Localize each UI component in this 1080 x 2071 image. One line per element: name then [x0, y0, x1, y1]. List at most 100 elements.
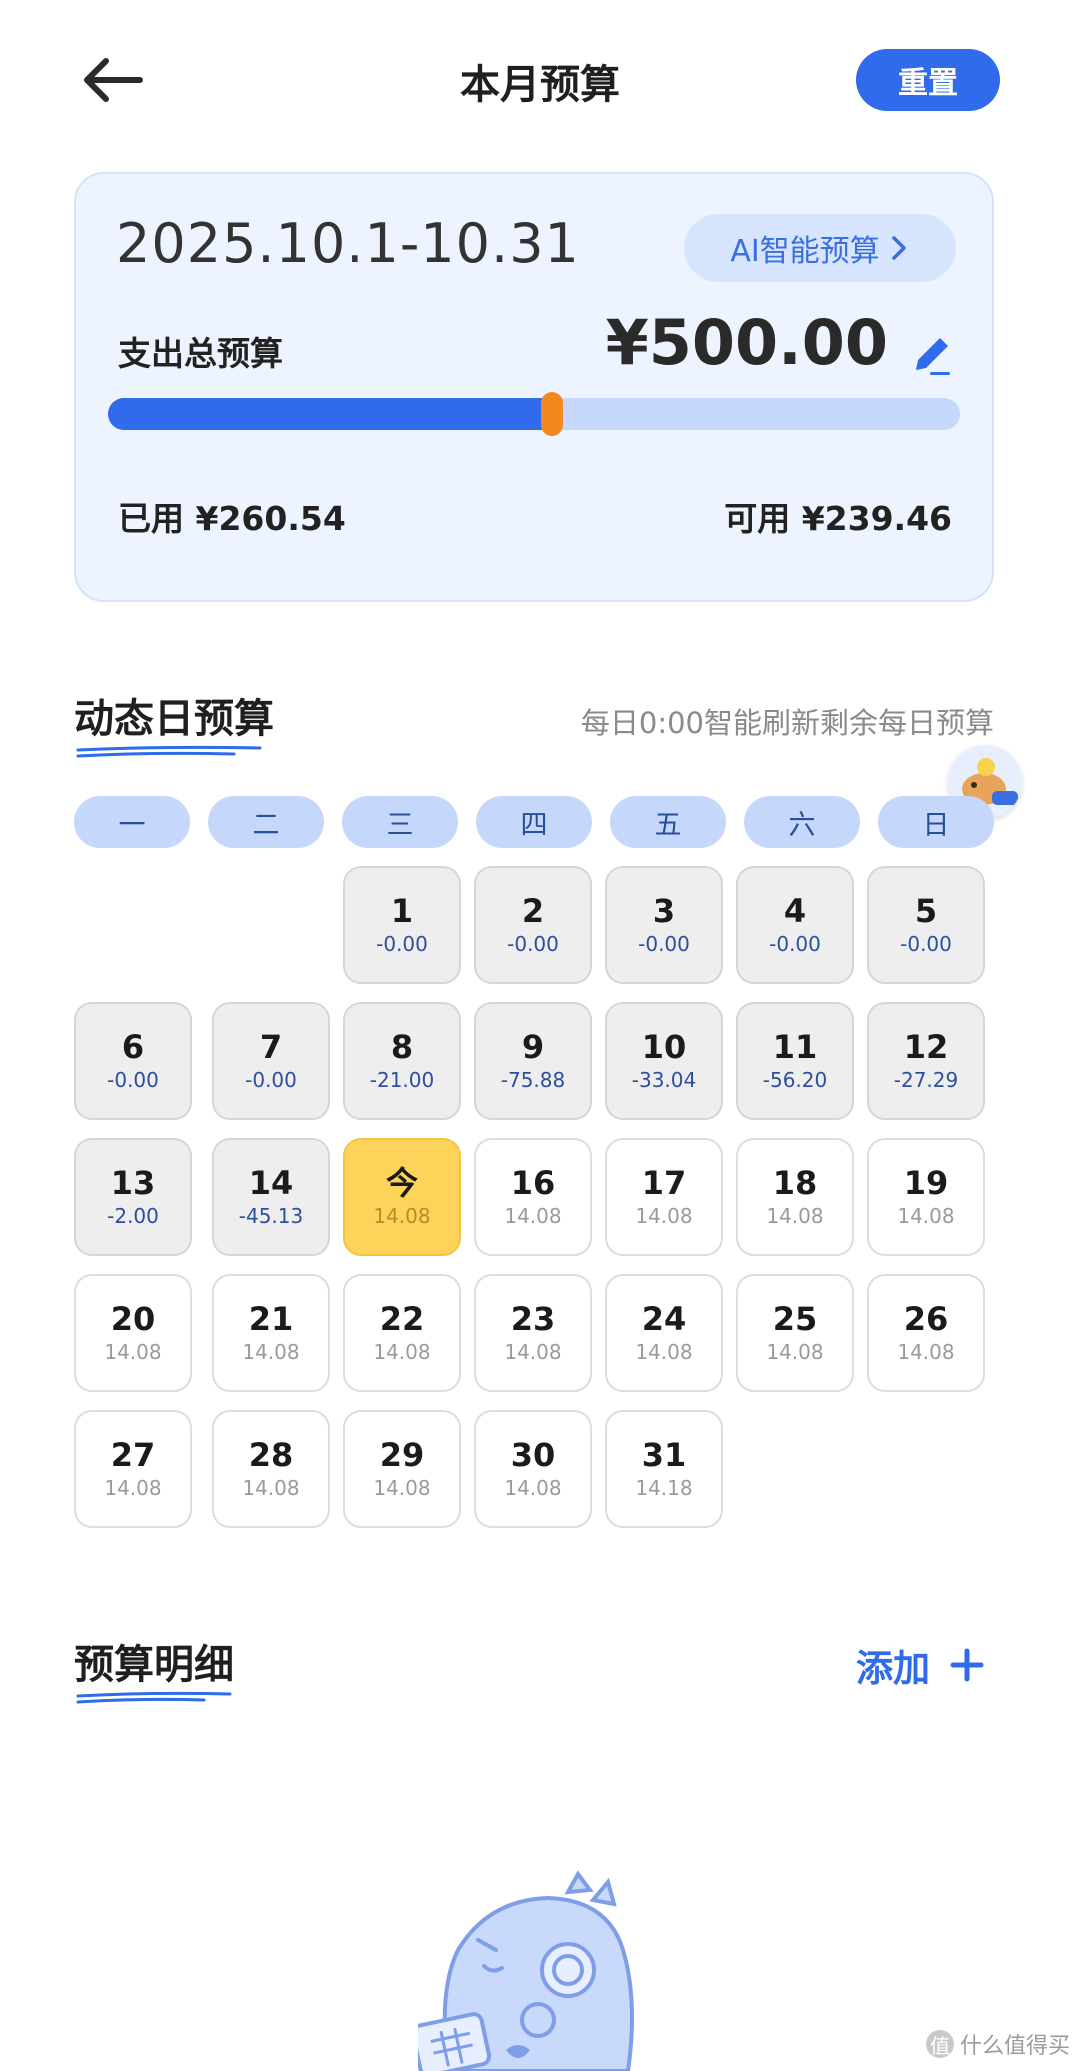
- budget-detail-title: 预算明细: [74, 1632, 234, 1704]
- calendar-day-cell[interactable]: 24 14.08: [605, 1274, 723, 1392]
- watermark-badge: 值: [925, 2030, 954, 2058]
- day-budget-value: -0.00: [638, 932, 690, 956]
- calendar-day-cell[interactable]: 14 -45.13: [212, 1138, 330, 1256]
- day-number: 26: [903, 1300, 949, 1338]
- calendar-day-cell[interactable]: 3 -0.00: [605, 866, 723, 984]
- daily-budget-title: 动态日预算: [74, 686, 274, 758]
- day-number: 19: [903, 1164, 949, 1202]
- watermark-text: 什么值得买: [959, 2034, 1070, 2059]
- add-budget-item-button[interactable]: 添加: [856, 1638, 984, 1692]
- day-number: 1: [390, 892, 414, 930]
- calendar-day-cell[interactable]: 30 14.08: [474, 1410, 592, 1528]
- day-budget-value: 14.08: [373, 1204, 431, 1228]
- calendar-day-cell[interactable]: 28 14.08: [212, 1410, 330, 1528]
- empty-state-mascot-illustration: [418, 1870, 634, 2071]
- day-number: 3: [652, 892, 676, 930]
- day-number: 25: [772, 1300, 818, 1338]
- day-budget-value: -56.20: [762, 1068, 828, 1092]
- day-budget-value: -0.00: [245, 1068, 297, 1092]
- day-budget-value: 14.08: [242, 1476, 300, 1500]
- day-budget-value: 14.08: [504, 1204, 562, 1228]
- weekday-label: 三: [342, 796, 458, 848]
- calendar-day-cell[interactable]: 11 -56.20: [736, 1002, 854, 1120]
- daily-budget-title-text: 动态日预算: [74, 696, 274, 742]
- day-budget-value: 14.08: [373, 1340, 431, 1364]
- day-budget-value: 14.08: [504, 1476, 562, 1500]
- budget-detail-title-text: 预算明细: [74, 1642, 234, 1688]
- calendar-day-cell[interactable]: 7 -0.00: [212, 1002, 330, 1120]
- calendar-day-cell[interactable]: 8 -21.00: [343, 1002, 461, 1120]
- day-budget-value: 14.08: [504, 1340, 562, 1364]
- chevron-right-icon: [891, 236, 906, 260]
- day-budget-value: -2.00: [107, 1204, 159, 1228]
- calendar-day-cell[interactable]: 26 14.08: [867, 1274, 985, 1392]
- pencil-icon: [916, 338, 950, 375]
- day-number: 24: [641, 1300, 687, 1338]
- day-number: 31: [641, 1436, 687, 1474]
- calendar-day-cell[interactable]: 23 14.08: [474, 1274, 592, 1392]
- title-underline-decoration: [76, 1691, 232, 1704]
- day-number: 8: [390, 1028, 414, 1066]
- weekday-label: 一: [74, 796, 190, 848]
- day-budget-value: -45.13: [238, 1204, 304, 1228]
- day-number: 22: [379, 1300, 425, 1338]
- day-budget-value: -0.00: [376, 932, 428, 956]
- calendar-day-cell[interactable]: 12 -27.29: [867, 1002, 985, 1120]
- reset-button[interactable]: 重置: [856, 49, 1000, 111]
- day-budget-value: 14.08: [104, 1476, 162, 1500]
- day-number: 21: [248, 1300, 294, 1338]
- day-number: 6: [121, 1028, 145, 1066]
- weekday-label: 日: [878, 796, 994, 848]
- calendar-day-cell[interactable]: 29 14.08: [343, 1410, 461, 1528]
- calendar-day-cell[interactable]: 17 14.08: [605, 1138, 723, 1256]
- calendar-day-cell[interactable]: 1 -0.00: [343, 866, 461, 984]
- weekday-label: 四: [476, 796, 592, 848]
- day-number: 11: [772, 1028, 818, 1066]
- day-budget-value: -0.00: [900, 932, 952, 956]
- calendar-day-cell[interactable]: 21 14.08: [212, 1274, 330, 1392]
- day-budget-value: 14.08: [897, 1204, 955, 1228]
- calendar-day-cell[interactable]: 20 14.08: [74, 1274, 192, 1392]
- available-amount: 可用 ¥239.46: [724, 499, 952, 538]
- day-number: 5: [914, 892, 938, 930]
- day-budget-value: -21.00: [369, 1068, 435, 1092]
- budget-progress-bar: [108, 392, 960, 436]
- day-budget-value: -0.00: [107, 1068, 159, 1092]
- watermark: 值 什么值得买: [925, 2028, 1070, 2060]
- day-budget-value: -75.88: [500, 1068, 566, 1092]
- weekday-label: 五: [610, 796, 726, 848]
- day-number: 17: [641, 1164, 687, 1202]
- day-budget-value: 14.08: [635, 1204, 693, 1228]
- daily-budget-note: 每日0:00智能刷新剩余每日预算: [580, 706, 994, 740]
- day-budget-value: 14.08: [373, 1476, 431, 1500]
- calendar-day-cell[interactable]: 25 14.08: [736, 1274, 854, 1392]
- day-budget-value: 14.18: [635, 1476, 693, 1500]
- calendar-day-cell[interactable]: 31 14.18: [605, 1410, 723, 1528]
- calendar-day-cell[interactable]: 27 14.08: [74, 1410, 192, 1528]
- edit-budget-button[interactable]: [910, 326, 954, 376]
- calendar-day-cell[interactable]: 19 14.08: [867, 1138, 985, 1256]
- day-number: 9: [521, 1028, 545, 1066]
- calendar-day-cell[interactable]: 6 -0.00: [74, 1002, 192, 1120]
- calendar-day-cell[interactable]: 今 14.08: [343, 1138, 461, 1256]
- day-number: 13: [110, 1164, 156, 1202]
- day-budget-value: 14.08: [766, 1204, 824, 1228]
- day-number: 27: [110, 1436, 156, 1474]
- budget-progress-handle[interactable]: [540, 392, 563, 436]
- day-number: 18: [772, 1164, 818, 1202]
- calendar-day-cell[interactable]: 10 -33.04: [605, 1002, 723, 1120]
- calendar-day-cell[interactable]: 4 -0.00: [736, 866, 854, 984]
- budget-progress-fill: [108, 398, 552, 430]
- calendar-day-cell[interactable]: 16 14.08: [474, 1138, 592, 1256]
- plus-icon: [950, 1648, 984, 1682]
- calendar-day-cell[interactable]: 13 -2.00: [74, 1138, 192, 1256]
- used-amount: 已用 ¥260.54: [118, 499, 346, 538]
- calendar-day-cell[interactable]: 9 -75.88: [474, 1002, 592, 1120]
- calendar-day-cell[interactable]: 5 -0.00: [867, 866, 985, 984]
- weekday-label: 二: [208, 796, 324, 848]
- calendar-day-cell[interactable]: 22 14.08: [343, 1274, 461, 1392]
- day-number: 14: [248, 1164, 294, 1202]
- ai-smart-budget-button[interactable]: AI智能预算: [684, 214, 956, 282]
- calendar-day-cell[interactable]: 2 -0.00: [474, 866, 592, 984]
- calendar-day-cell[interactable]: 18 14.08: [736, 1138, 854, 1256]
